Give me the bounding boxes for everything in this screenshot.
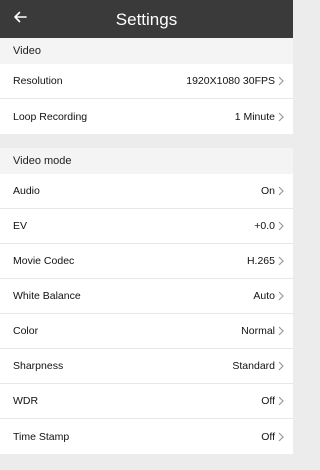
chevron-right-icon (278, 186, 284, 196)
chevron-right-icon (278, 361, 284, 371)
section-header-video-mode: Video mode (0, 148, 293, 174)
setting-row-wdr[interactable]: WDR Off (0, 384, 293, 419)
setting-value: Auto (253, 290, 275, 302)
setting-row-time-stamp[interactable]: Time Stamp Off (0, 419, 293, 454)
setting-row-sharpness[interactable]: Sharpness Standard (0, 349, 293, 384)
setting-value-wrap: Off (261, 395, 285, 407)
setting-row-audio[interactable]: Audio On (0, 174, 293, 209)
section-gap (0, 134, 293, 148)
setting-label: Audio (13, 185, 40, 197)
chevron-right-icon (278, 112, 284, 121)
chevron-right-icon (278, 76, 284, 86)
setting-label: Time Stamp (13, 430, 70, 443)
chevron-right-icon (278, 221, 284, 231)
setting-value: +0.0 (254, 220, 275, 232)
setting-row-loop-recording[interactable]: Loop Recording 1 Minute (0, 99, 293, 134)
setting-value-wrap: Standard (232, 360, 285, 372)
page-title: Settings (115, 10, 178, 29)
chevron-right-icon (278, 291, 284, 301)
setting-value-wrap: On (261, 185, 285, 197)
setting-value: Off (261, 395, 275, 407)
setting-label: Resolution (13, 75, 63, 87)
setting-value-wrap: Normal (241, 325, 285, 337)
setting-value: Normal (241, 325, 275, 337)
section-header-video: Video (0, 38, 293, 64)
top-bar: Settings (0, 0, 293, 38)
setting-value: 1 Minute (234, 110, 275, 123)
setting-value: Standard (232, 360, 275, 372)
setting-label: WDR (13, 395, 39, 407)
setting-value: 1920X1080 30FPS (186, 75, 275, 87)
setting-value-wrap: H.265 (247, 255, 285, 267)
setting-value-wrap: Auto (253, 290, 285, 302)
setting-value: H.265 (246, 255, 275, 267)
setting-value-wrap: 1920X1080 30FPS (186, 75, 285, 87)
setting-value: On (260, 185, 275, 197)
setting-value-wrap: Off (261, 431, 285, 443)
setting-value: Off (261, 430, 275, 443)
setting-label: Sharpness (13, 360, 64, 372)
setting-row-resolution[interactable]: Resolution 1920X1080 30FPS (0, 64, 293, 99)
setting-label: Color (13, 325, 39, 337)
setting-value-wrap: 1 Minute (235, 111, 285, 123)
setting-row-white-balance[interactable]: White Balance Auto (0, 279, 293, 314)
setting-value-wrap: +0.0 (254, 220, 285, 232)
video-mode-settings-list: Audio On EV +0.0 Movie Codec H.265 White… (0, 174, 293, 454)
setting-row-ev[interactable]: EV +0.0 (0, 209, 293, 244)
setting-label: White Balance (13, 290, 81, 302)
chevron-right-icon (278, 256, 284, 266)
chevron-right-icon (278, 396, 284, 406)
chevron-right-icon (278, 432, 284, 441)
setting-row-color[interactable]: Color Normal (0, 314, 293, 349)
setting-label: Loop Recording (13, 110, 88, 123)
setting-label: EV (13, 220, 28, 232)
chevron-right-icon (278, 326, 284, 336)
settings-screen: Settings Video Resolution 1920X1080 30FP… (0, 0, 293, 470)
video-settings-list: Resolution 1920X1080 30FPS Loop Recordin… (0, 64, 293, 134)
back-button[interactable] (6, 0, 34, 38)
setting-row-movie-codec[interactable]: Movie Codec H.265 (0, 244, 293, 279)
arrow-left-icon (12, 9, 28, 30)
setting-label: Movie Codec (13, 255, 75, 267)
